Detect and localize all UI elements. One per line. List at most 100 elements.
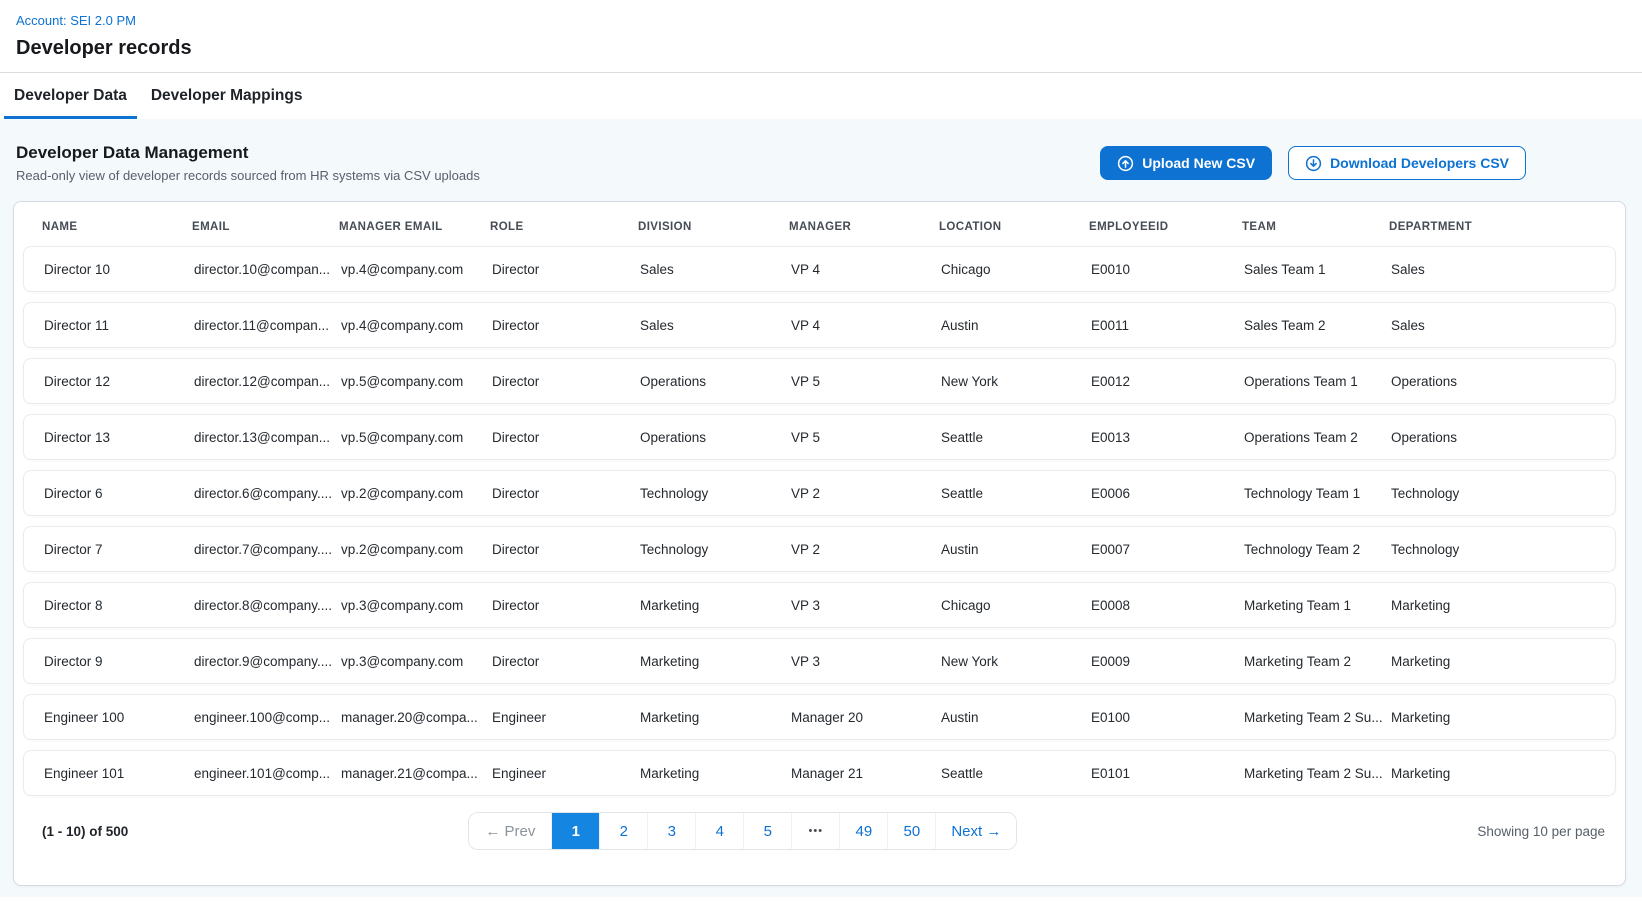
cell-role: Director [492, 318, 640, 333]
cell-department: Marketing [1391, 766, 1615, 781]
upload-circle-icon [1117, 155, 1134, 172]
cell-division: Operations [640, 430, 791, 445]
cell-manager: VP 4 [791, 318, 941, 333]
cell-location: Austin [941, 710, 1091, 725]
cell-email: director.8@company.... [194, 598, 341, 613]
cell-name: Director 8 [44, 598, 194, 613]
cell-manager: VP 2 [791, 542, 941, 557]
cell-manager-email: vp.4@company.com [341, 262, 492, 277]
cell-department: Technology [1391, 486, 1615, 501]
table-row: Director 13director.13@compan...vp.5@com… [23, 414, 1616, 460]
tab-developer-data[interactable]: Developer Data [4, 73, 137, 119]
table-row: Director 7director.7@company....vp.2@com… [23, 526, 1616, 572]
cell-department: Marketing [1391, 710, 1615, 725]
table-row: Engineer 100engineer.100@comp...manager.… [23, 694, 1616, 740]
column-header-manager: MANAGER [789, 221, 939, 233]
pagination-page-4[interactable]: 4 [696, 813, 744, 849]
cell-location: Chicago [941, 598, 1091, 613]
cell-manager: VP 2 [791, 486, 941, 501]
download-circle-icon [1305, 155, 1322, 172]
cell-manager: VP 5 [791, 374, 941, 389]
pagination-page-5[interactable]: 5 [744, 813, 792, 849]
download-developers-csv-button[interactable]: Download Developers CSV [1288, 146, 1526, 180]
cell-location: Chicago [941, 262, 1091, 277]
account-link[interactable]: Account: SEI 2.0 PM [16, 13, 136, 28]
cell-team: Operations Team 2 [1244, 430, 1391, 445]
cell-department: Operations [1391, 374, 1615, 389]
table-row: Director 11director.11@compan...vp.4@com… [23, 302, 1616, 348]
cell-email: director.12@compan... [194, 374, 341, 389]
cell-name: Director 12 [44, 374, 194, 389]
cell-manager-email: vp.2@company.com [341, 542, 492, 557]
column-header-role: ROLE [490, 221, 638, 233]
cell-role: Director [492, 262, 640, 277]
cell-manager-email: vp.4@company.com [341, 318, 492, 333]
upload-new-csv-button[interactable]: Upload New CSV [1100, 146, 1272, 180]
cell-division: Operations [640, 374, 791, 389]
cell-team: Sales Team 1 [1244, 262, 1391, 277]
cell-name: Director 7 [44, 542, 194, 557]
table-row: Engineer 101engineer.101@comp...manager.… [23, 750, 1616, 796]
cell-employeeid: E0013 [1091, 430, 1244, 445]
section-header: Developer Data Management Read-only view… [0, 119, 1642, 201]
cell-department: Sales [1391, 318, 1615, 333]
cell-department: Marketing [1391, 598, 1615, 613]
csv-actions: Upload New CSV Download Developers CSV [1100, 146, 1526, 180]
pagination-page-2[interactable]: 2 [600, 813, 648, 849]
table-footer: (1 - 10) of 500 ← Prev12345•••4950Next →… [42, 812, 1605, 850]
cell-email: engineer.101@comp... [194, 766, 341, 781]
cell-email: director.7@company.... [194, 542, 341, 557]
column-header-department: DEPARTMENT [1389, 221, 1613, 233]
cell-location: Seattle [941, 486, 1091, 501]
section-heading: Developer Data Management [16, 143, 480, 163]
column-header-email: EMAIL [192, 221, 339, 233]
pagination-range-label: (1 - 10) of 500 [42, 824, 128, 839]
cell-name: Engineer 101 [44, 766, 194, 781]
column-header-division: DIVISION [638, 221, 789, 233]
cell-location: New York [941, 374, 1091, 389]
cell-team: Sales Team 2 [1244, 318, 1391, 333]
cell-employeeid: E0012 [1091, 374, 1244, 389]
cell-manager-email: vp.3@company.com [341, 598, 492, 613]
pagination-next-button[interactable]: Next → [936, 813, 1016, 849]
cell-location: New York [941, 654, 1091, 669]
cell-name: Director 10 [44, 262, 194, 277]
cell-manager-email: manager.20@compa... [341, 710, 492, 725]
cell-employeeid: E0101 [1091, 766, 1244, 781]
pagination-prev-button[interactable]: ← Prev [469, 813, 552, 849]
pagination: ← Prev12345•••4950Next → [468, 812, 1017, 850]
cell-role: Engineer [492, 710, 640, 725]
cell-location: Seattle [941, 766, 1091, 781]
section-title-block: Developer Data Management Read-only view… [16, 143, 480, 183]
tab-developer-mappings[interactable]: Developer Mappings [141, 73, 313, 119]
table-row: Director 9director.9@company....vp.3@com… [23, 638, 1616, 684]
table-row: Director 12director.12@compan...vp.5@com… [23, 358, 1616, 404]
cell-name: Director 6 [44, 486, 194, 501]
pagination-page-1[interactable]: 1 [552, 813, 600, 849]
cell-employeeid: E0011 [1091, 318, 1244, 333]
cell-employeeid: E0100 [1091, 710, 1244, 725]
cell-team: Marketing Team 2 [1244, 654, 1391, 669]
cell-name: Engineer 100 [44, 710, 194, 725]
cell-manager: VP 4 [791, 262, 941, 277]
pagination-page-3[interactable]: 3 [648, 813, 696, 849]
pagination-page-50[interactable]: 50 [888, 813, 936, 849]
cell-email: director.10@compan... [194, 262, 341, 277]
cell-role: Director [492, 374, 640, 389]
cell-division: Sales [640, 318, 791, 333]
developer-data-section: Developer Data Management Read-only view… [0, 119, 1642, 897]
cell-division: Marketing [640, 710, 791, 725]
cell-division: Marketing [640, 654, 791, 669]
cell-manager-email: vp.3@company.com [341, 654, 492, 669]
cell-manager-email: vp.5@company.com [341, 374, 492, 389]
cell-role: Director [492, 654, 640, 669]
column-header-manager-email: MANAGER EMAIL [339, 221, 490, 233]
cell-email: director.13@compan... [194, 430, 341, 445]
tab-bar: Developer Data Developer Mappings [0, 73, 1642, 119]
column-header-team: TEAM [1242, 221, 1389, 233]
cell-department: Technology [1391, 542, 1615, 557]
cell-employeeid: E0009 [1091, 654, 1244, 669]
cell-department: Marketing [1391, 654, 1615, 669]
pagination-page-49[interactable]: 49 [840, 813, 888, 849]
cell-email: director.9@company.... [194, 654, 341, 669]
